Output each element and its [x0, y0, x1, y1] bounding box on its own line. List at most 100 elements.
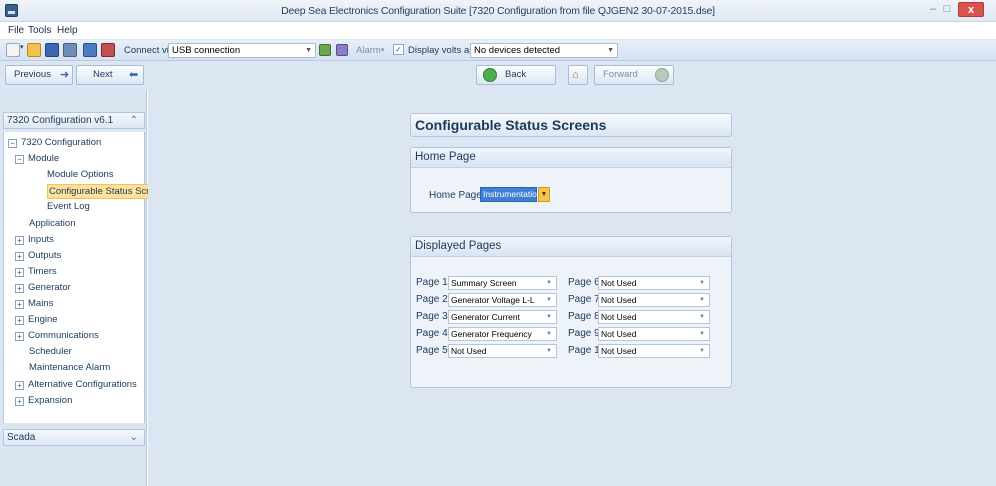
tree-item[interactable]: + Expansion — [15, 394, 72, 409]
page-1-select[interactable]: Summary Screen ▼ — [448, 276, 557, 290]
page-6-label: Page 6 — [568, 277, 600, 288]
expand-icon[interactable]: + — [15, 316, 24, 326]
tree-item[interactable]: + Generator — [15, 281, 71, 296]
close-button[interactable]: x — [958, 2, 984, 17]
connection-select[interactable]: USB connection ▼ — [168, 43, 316, 58]
page-4-value: Generator Frequency — [451, 329, 532, 339]
tree-item[interactable]: + Outputs — [15, 249, 61, 264]
collapse-icon[interactable]: − — [8, 139, 17, 148]
chevron-down-icon: ▼ — [546, 348, 552, 354]
page-4-select[interactable]: Generator Frequency ▼ — [448, 327, 557, 341]
page-8-select[interactable]: Not Used ▼ — [598, 310, 710, 324]
home-page-select[interactable]: Instrumentation — [480, 187, 542, 202]
tree-item[interactable]: −7320 Configuration — [8, 136, 101, 151]
page-2-label: Page 2 — [416, 294, 448, 305]
alarm-dropdown-icon[interactable]: ▾ — [381, 46, 385, 54]
page-8-value: Not Used — [601, 312, 637, 322]
tree-item[interactable]: + Engine — [15, 313, 58, 328]
home-page-label: Home Page — [429, 190, 482, 201]
tree-item[interactable]: Scheduler — [29, 345, 72, 360]
expand-icon[interactable]: + — [15, 396, 24, 406]
page-5-value: Not Used — [451, 346, 487, 356]
read-config-icon[interactable] — [83, 43, 97, 57]
page-3-select[interactable]: Generator Current ▼ — [448, 310, 557, 324]
expand-icon[interactable]: + — [15, 235, 24, 245]
connect-icon[interactable] — [319, 44, 331, 56]
page-9-value: Not Used — [601, 329, 637, 339]
collapse-chevron-icon[interactable]: ⌃ — [130, 113, 138, 128]
previous-label: Previous — [14, 69, 51, 80]
chevron-down-icon: ▼ — [546, 314, 552, 320]
minimize-button[interactable]: – — [926, 2, 940, 17]
chevron-down-icon: ▼ — [699, 331, 705, 337]
chevron-down-icon: ▼ — [699, 280, 705, 286]
collapse-icon[interactable]: − — [15, 155, 24, 165]
page-title: Configurable Status Screens — [410, 113, 732, 137]
expand-chevron-icon[interactable]: ⌄ — [130, 430, 138, 445]
home-page-dropdown-icon[interactable]: ▼ — [538, 187, 550, 202]
tree-item[interactable]: + Inputs — [15, 233, 54, 248]
devices-select[interactable]: No devices detected ▼ — [470, 43, 618, 58]
tree-item[interactable]: + Communications — [15, 329, 99, 344]
menu-help[interactable]: Help — [57, 25, 78, 36]
tree-item[interactable]: + Alternative Configurations — [15, 378, 137, 393]
forward-button[interactable]: Forward — [594, 65, 674, 85]
expand-icon[interactable]: + — [15, 380, 24, 390]
save-as-icon[interactable] — [63, 43, 77, 57]
chevron-down-icon: ▼ — [546, 297, 552, 303]
tree-item[interactable]: + Mains — [15, 297, 53, 312]
page-9-label: Page 9 — [568, 328, 600, 339]
window-title: Deep Sea Electronics Configuration Suite… — [281, 5, 715, 17]
expand-icon[interactable]: + — [15, 332, 24, 342]
toolbar: ▾ Connect via USB connection ▼ Alarm ▾ ✓… — [0, 40, 996, 61]
expand-icon[interactable]: + — [15, 300, 24, 309]
configuration-tree: −7320 Configuration − Module Module Options… — [3, 132, 172, 423]
new-dropdown-icon[interactable]: ▾ — [20, 43, 24, 51]
chevron-down-icon: ▼ — [305, 47, 312, 54]
scada-panel-title: Scada — [7, 432, 36, 443]
expand-icon[interactable]: + — [15, 251, 24, 261]
tree-item[interactable]: + Timers — [15, 265, 57, 280]
tree-item[interactable]: Event Log — [47, 200, 90, 215]
expand-icon[interactable]: + — [15, 283, 24, 293]
write-config-icon[interactable] — [101, 43, 115, 57]
page-2-select[interactable]: Generator Voltage L-L ▼ — [448, 293, 557, 307]
tree-item[interactable]: Application — [29, 217, 75, 232]
page-10-select[interactable]: Not Used ▼ — [598, 344, 710, 358]
page-2-value: Generator Voltage L-L — [451, 295, 535, 305]
next-button[interactable]: Next ⬅ — [76, 65, 144, 85]
tree-item-label: Scheduler — [29, 346, 72, 358]
page-5-select[interactable]: Not Used ▼ — [448, 344, 557, 358]
home-button[interactable]: ⌂ — [568, 65, 588, 85]
menu-file[interactable]: File — [8, 25, 24, 36]
expand-icon[interactable]: + — [15, 267, 24, 277]
page-3-value: Generator Current — [451, 312, 520, 322]
save-icon[interactable] — [45, 43, 59, 57]
connection-value: USB connection — [172, 45, 241, 56]
tree-item[interactable]: − Module — [15, 152, 59, 167]
page-6-select[interactable]: Not Used ▼ — [598, 276, 710, 290]
page-1-label: Page 1 — [416, 277, 448, 288]
page-9-select[interactable]: Not Used ▼ — [598, 327, 710, 341]
devices-value: No devices detected — [474, 45, 561, 56]
previous-button[interactable]: Previous ➜ — [5, 65, 73, 85]
new-file-icon[interactable] — [6, 43, 20, 57]
page-7-select[interactable]: Not Used ▼ — [598, 293, 710, 307]
open-folder-icon[interactable] — [27, 43, 41, 57]
tree-item-label: Mains — [28, 298, 54, 309]
scada-icon[interactable] — [336, 44, 348, 56]
tree-item[interactable]: Module Options — [47, 168, 114, 183]
scada-panel-header[interactable]: Scada ⌄ — [3, 429, 145, 446]
tree-item-label: Event Log — [47, 201, 90, 213]
menu-tools[interactable]: Tools — [28, 25, 51, 36]
tree-item[interactable]: Maintenance Alarm — [29, 361, 110, 376]
chevron-down-icon: ▼ — [699, 314, 705, 320]
configuration-panel-header[interactable]: 7320 Configuration v6.1 ⌃ — [3, 112, 145, 129]
alarm-label[interactable]: Alarm — [356, 45, 381, 56]
tree-item-label: Alternative Configurations — [28, 378, 137, 390]
display-volts-checkbox[interactable]: ✓ — [393, 44, 404, 55]
home-icon: ⌂ — [572, 69, 579, 81]
maximize-button[interactable]: □ — [940, 2, 954, 17]
home-page-group-title: Home Page — [411, 148, 731, 168]
back-button[interactable]: Back — [476, 65, 556, 85]
